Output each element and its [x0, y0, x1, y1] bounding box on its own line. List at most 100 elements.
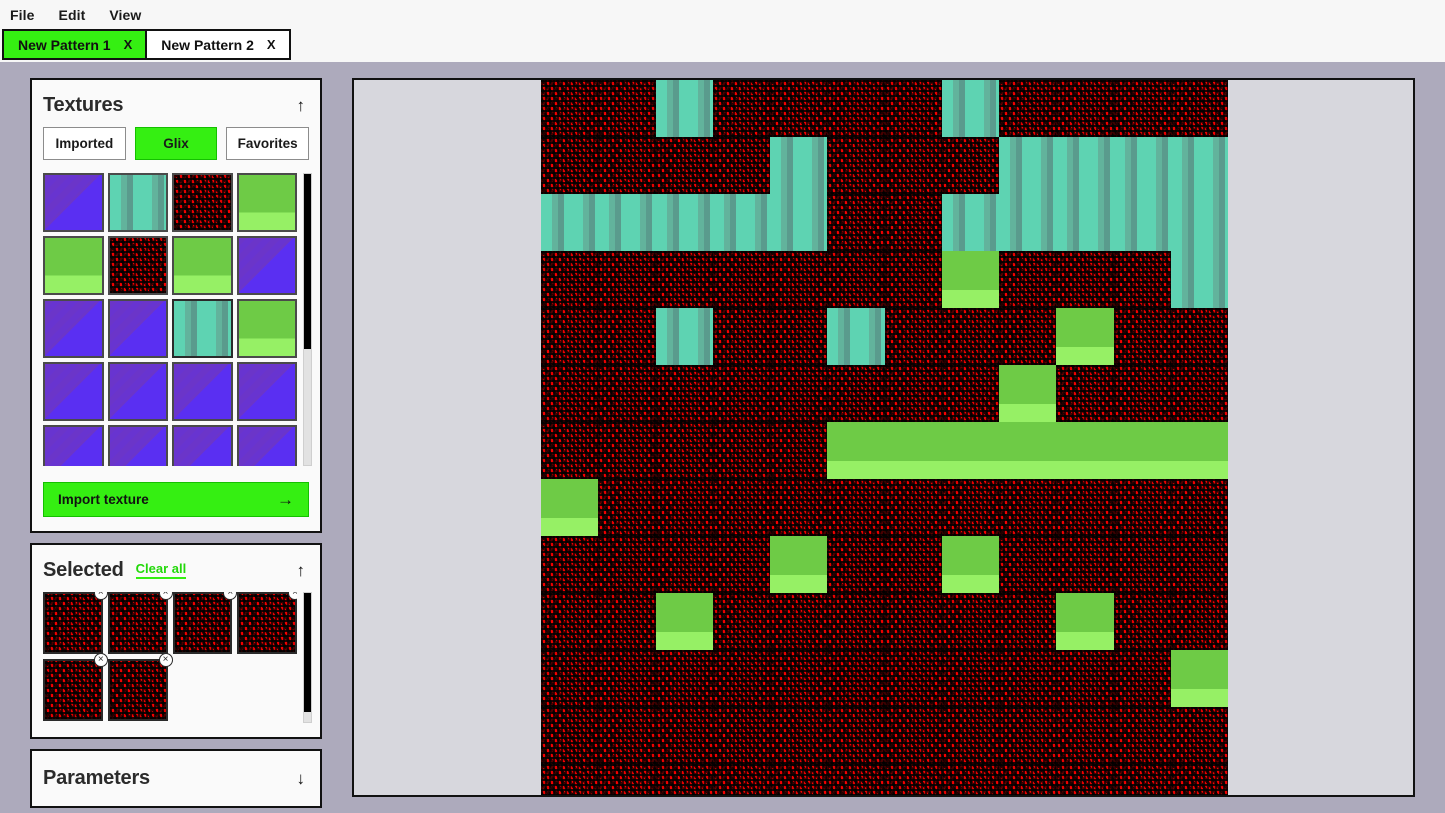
menu-item-view[interactable]: View: [109, 7, 141, 23]
menu-item-edit[interactable]: Edit: [59, 7, 86, 23]
pattern-cell-red[interactable]: [712, 764, 770, 795]
selected-texture-item[interactable]: ×: [43, 653, 108, 721]
pattern-cell-red[interactable]: [712, 365, 770, 422]
texture-swatch-red[interactable]: [107, 236, 168, 295]
pattern-cell-red[interactable]: [541, 707, 599, 764]
pattern-cell-red[interactable]: [770, 308, 828, 365]
pattern-cell-red[interactable]: [1113, 308, 1171, 365]
pattern-cell-red[interactable]: [598, 764, 656, 795]
pattern-cell-red[interactable]: [827, 137, 885, 194]
pattern-cell-teal[interactable]: [1170, 251, 1228, 308]
pattern-cell-green[interactable]: [827, 422, 885, 479]
pattern-cell-red[interactable]: [999, 593, 1057, 650]
pattern-cell-teal[interactable]: [541, 194, 599, 251]
filter-imported-button[interactable]: Imported: [43, 127, 126, 160]
pattern-cell-teal[interactable]: [999, 194, 1057, 251]
pattern-cell-red[interactable]: [1056, 479, 1114, 536]
pattern-cell-red[interactable]: [598, 422, 656, 479]
pattern-cell-red[interactable]: [941, 365, 999, 422]
pattern-cell-red[interactable]: [712, 251, 770, 308]
pattern-cell-teal[interactable]: [1056, 194, 1114, 251]
pattern-cell-teal[interactable]: [941, 194, 999, 251]
texture-swatch-purple[interactable]: [236, 425, 297, 466]
texture-swatch-teal[interactable]: [107, 173, 168, 232]
pattern-cell-red[interactable]: [1056, 536, 1114, 593]
pattern-cell-teal[interactable]: [655, 308, 713, 365]
pattern-cell-red[interactable]: [541, 365, 599, 422]
pattern-cell-red[interactable]: [770, 764, 828, 795]
texture-swatch-green[interactable]: [236, 173, 297, 232]
pattern-cell-red[interactable]: [999, 650, 1057, 707]
filter-glix-button[interactable]: Glix: [134, 127, 218, 160]
pattern-cell-red[interactable]: [1113, 479, 1171, 536]
selected-texture-item[interactable]: ×: [107, 592, 173, 654]
pattern-cell-red[interactable]: [827, 593, 885, 650]
texture-swatch-purple[interactable]: [43, 425, 104, 466]
pattern-cell-red[interactable]: [712, 308, 770, 365]
pattern-cell-green[interactable]: [770, 536, 828, 593]
pattern-cell-green[interactable]: [655, 593, 713, 650]
pattern-cell-red[interactable]: [655, 650, 713, 707]
texture-swatch-purple[interactable]: [236, 236, 297, 295]
pattern-cell-red[interactable]: [770, 251, 828, 308]
pattern-cell-red[interactable]: [1113, 650, 1171, 707]
pattern-cell-red[interactable]: [999, 308, 1057, 365]
pattern-cell-red[interactable]: [884, 194, 942, 251]
selected-grid-scrollbar[interactable]: [303, 592, 312, 723]
pattern-cell-red[interactable]: [1113, 80, 1171, 137]
pattern-canvas-viewport[interactable]: [352, 78, 1415, 797]
pattern-cell-red[interactable]: [884, 707, 942, 764]
pattern-cell-red[interactable]: [884, 479, 942, 536]
pattern-cell-red[interactable]: [1170, 593, 1228, 650]
clear-all-button[interactable]: Clear all: [135, 561, 187, 579]
pattern-cell-red[interactable]: [598, 308, 656, 365]
pattern-cell-red[interactable]: [1056, 707, 1114, 764]
pattern-cell-green[interactable]: [941, 536, 999, 593]
texture-swatch-green[interactable]: [172, 236, 233, 295]
texture-swatch-purple[interactable]: [107, 425, 168, 466]
pattern-cell-red[interactable]: [827, 251, 885, 308]
pattern-cell-red[interactable]: [770, 422, 828, 479]
texture-swatch-purple[interactable]: [172, 425, 233, 466]
pattern-cell-red[interactable]: [1056, 650, 1114, 707]
pattern-cell-red[interactable]: [1113, 251, 1171, 308]
pattern-cell-green[interactable]: [1056, 422, 1114, 479]
pattern-cell-teal[interactable]: [1113, 194, 1171, 251]
texture-swatch-teal[interactable]: [172, 299, 233, 358]
pattern-cell-teal[interactable]: [655, 194, 713, 251]
pattern-cell-red[interactable]: [598, 479, 656, 536]
pattern-cell-red[interactable]: [941, 764, 999, 795]
tab-new-pattern-1[interactable]: New Pattern 1 X: [2, 29, 148, 60]
pattern-cell-red[interactable]: [941, 707, 999, 764]
import-texture-button[interactable]: Import texture →: [43, 482, 309, 517]
pattern-cell-green[interactable]: [1056, 308, 1114, 365]
scrollbar-thumb[interactable]: [304, 174, 311, 349]
remove-texture-icon[interactable]: ×: [93, 653, 108, 667]
pattern-cell-green[interactable]: [1056, 593, 1114, 650]
pattern-cell-red[interactable]: [1170, 707, 1228, 764]
pattern-cell-red[interactable]: [541, 137, 599, 194]
pattern-cell-red[interactable]: [770, 650, 828, 707]
pattern-cell-red[interactable]: [999, 80, 1057, 137]
pattern-cell-red[interactable]: [827, 80, 885, 137]
pattern-cell-green[interactable]: [1170, 422, 1228, 479]
remove-texture-icon[interactable]: ×: [158, 653, 173, 667]
pattern-cell-red[interactable]: [827, 536, 885, 593]
pattern-cell-red[interactable]: [1113, 536, 1171, 593]
pattern-cell-red[interactable]: [827, 707, 885, 764]
pattern-cell-red[interactable]: [884, 593, 942, 650]
tab-close-icon[interactable]: X: [124, 37, 133, 52]
pattern-cell-red[interactable]: [999, 707, 1057, 764]
pattern-cell-red[interactable]: [770, 479, 828, 536]
pattern-cell-red[interactable]: [541, 308, 599, 365]
pattern-cell-red[interactable]: [827, 650, 885, 707]
texture-swatch-purple[interactable]: [43, 173, 104, 232]
pattern-cell-red[interactable]: [541, 764, 599, 795]
texture-grid-scrollbar[interactable]: [303, 173, 312, 466]
pattern-cell-red[interactable]: [712, 707, 770, 764]
pattern-cell-green[interactable]: [541, 479, 599, 536]
pattern-cell-red[interactable]: [827, 365, 885, 422]
pattern-cell-red[interactable]: [884, 80, 942, 137]
pattern-cell-red[interactable]: [1170, 365, 1228, 422]
pattern-cell-green[interactable]: [941, 422, 999, 479]
